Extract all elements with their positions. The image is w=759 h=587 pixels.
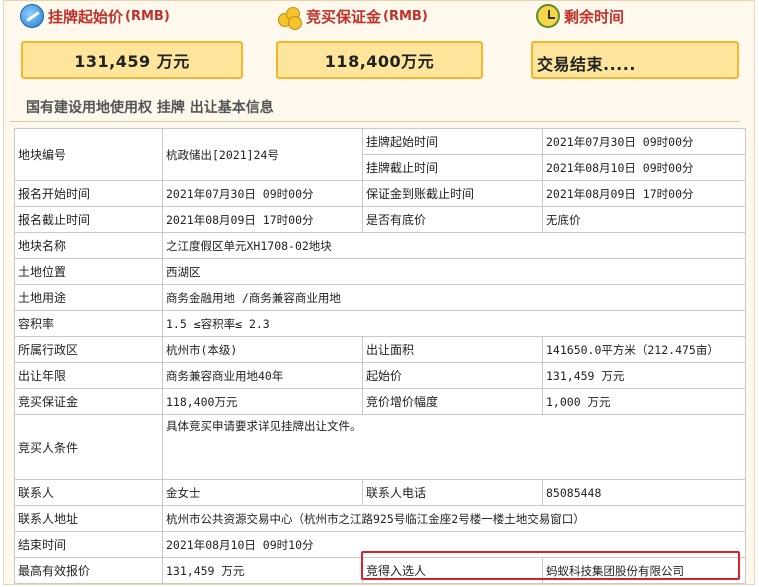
table-row: 竞买保证金 118,400万元 竞价增价幅度 1,000 万元	[14, 388, 746, 415]
area-value: 141650.0平方米（212.475亩）	[542, 336, 746, 363]
reg-end-label: 报名截止时间	[14, 206, 163, 233]
contact-label: 联系人	[14, 479, 163, 506]
top-bid-label: 最高有效报价	[14, 557, 163, 584]
listing-start-value: 2021年07月30日 09时00分	[542, 128, 746, 155]
location-label: 土地位置	[14, 258, 163, 285]
address-value: 杭州市公共资源交易中心（杭州市之江路925号临江金座2号楼一楼土地交易窗口）	[162, 505, 746, 532]
table-row: 报名截止时间 2021年08月09日 17时00分 是否有底价 无底价	[14, 206, 746, 233]
table-row: 联系人 金女士 联系人电话 85085448	[14, 479, 746, 506]
parcel-no-value: 杭政储出[2021]24号	[162, 128, 363, 181]
address-label: 联系人地址	[14, 505, 163, 532]
section-title: 国有建设用地使用权 挂牌 出让基本信息	[10, 92, 740, 122]
deposit-header: 竞买保证金 (RMB)	[276, 2, 428, 30]
winner-highlight-box	[361, 551, 740, 580]
contact-value: 金女士	[162, 479, 363, 506]
usage-label: 土地用途	[14, 284, 163, 311]
deposit-row-label: 竞买保证金	[14, 388, 163, 415]
coins-icon	[276, 4, 302, 30]
end-time-label: 结束时间	[14, 531, 163, 558]
deposit-row-value: 118,400万元	[162, 388, 363, 415]
far-label: 容积率	[14, 310, 163, 337]
reserve-label: 是否有底价	[362, 206, 543, 233]
start-price-label: 挂牌起始价	[48, 7, 124, 26]
start-price-row-value: 131,459 万元	[542, 362, 746, 389]
start-price-row-label: 起始价	[362, 362, 543, 389]
listing-end-label: 挂牌截止时间	[362, 154, 543, 181]
table-row: 容积率 1.5 ≤容积率≤ 2.3	[14, 310, 746, 337]
area-label: 出让面积	[362, 336, 543, 363]
parcel-no-label: 地块编号	[14, 128, 163, 181]
deposit-deadline-label: 保证金到账截止时间	[362, 180, 543, 207]
district-value: 杭州市(本级)	[162, 336, 363, 363]
deposit-deadline-value: 2021年08月09日 17时00分	[542, 180, 746, 207]
location-value: 西湖区	[162, 258, 746, 285]
compass-icon	[20, 4, 44, 28]
reserve-value: 无底价	[542, 206, 746, 233]
listing-info-table: 地块编号 杭政储出[2021]24号 挂牌起始时间 2021年07月30日 09…	[14, 128, 746, 584]
phone-value: 85085448	[542, 479, 746, 506]
increment-value: 1,000 万元	[542, 388, 746, 415]
district-label: 所属行政区	[14, 336, 163, 363]
conditions-label: 竞买人条件	[14, 414, 163, 480]
table-row: 地块编号 杭政储出[2021]24号 挂牌起始时间 2021年07月30日 09…	[14, 128, 746, 181]
deposit-unit: (RMB)	[383, 8, 428, 24]
parcel-name-value: 之江度假区单元XH1708-02地块	[162, 232, 746, 259]
table-row: 出让年限 商务兼容商业用地40年 起始价 131,459 万元	[14, 362, 746, 389]
table-row: 地块名称 之江度假区单元XH1708-02地块	[14, 232, 746, 259]
table-row: 报名开始时间 2021年07月30日 09时00分 保证金到账截止时间 2021…	[14, 180, 746, 207]
parcel-name-label: 地块名称	[14, 232, 163, 259]
start-price-unit: (RMB)	[125, 8, 170, 24]
reg-start-label: 报名开始时间	[14, 180, 163, 207]
table-row: 联系人地址 杭州市公共资源交易中心（杭州市之江路925号临江金座2号楼一楼土地交…	[14, 505, 746, 532]
start-price-box: 131,459 万元	[21, 41, 243, 79]
term-value: 商务兼容商业用地40年	[162, 362, 363, 389]
reg-end-value: 2021年08月09日 17时00分	[162, 206, 363, 233]
start-price-header: 挂牌起始价 (RMB)	[20, 2, 170, 30]
top-bid-value: 131,459 万元	[162, 557, 363, 584]
listing-start-label: 挂牌起始时间	[362, 128, 543, 155]
conditions-value: 具体竞买申请要求详见挂牌出让文件。	[162, 414, 746, 480]
reg-start-value: 2021年07月30日 09时00分	[162, 180, 363, 207]
listing-end-value: 2021年08月10日 09时00分	[542, 154, 746, 181]
increment-label: 竞价增价幅度	[362, 388, 543, 415]
remaining-label: 剩余时间	[564, 7, 625, 26]
usage-value: 商务金融用地 /商务兼容商业用地	[162, 284, 746, 311]
table-row: 竞买人条件 具体竞买申请要求详见挂牌出让文件。	[14, 414, 746, 480]
table-row: 土地位置 西湖区	[14, 258, 746, 285]
table-row: 土地用途 商务金融用地 /商务兼容商业用地	[14, 284, 746, 311]
phone-label: 联系人电话	[362, 479, 543, 506]
table-row: 所属行政区 杭州市(本级) 出让面积 141650.0平方米（212.475亩）	[14, 336, 746, 363]
clock-icon	[536, 4, 560, 28]
remaining-time-box: 交易结束.....	[531, 41, 739, 79]
term-label: 出让年限	[14, 362, 163, 389]
deposit-label: 竞买保证金	[306, 7, 382, 26]
deposit-box: 118,400万元	[276, 41, 483, 79]
remaining-header: 剩余时间	[536, 2, 624, 30]
far-value: 1.5 ≤容积率≤ 2.3	[162, 310, 746, 337]
